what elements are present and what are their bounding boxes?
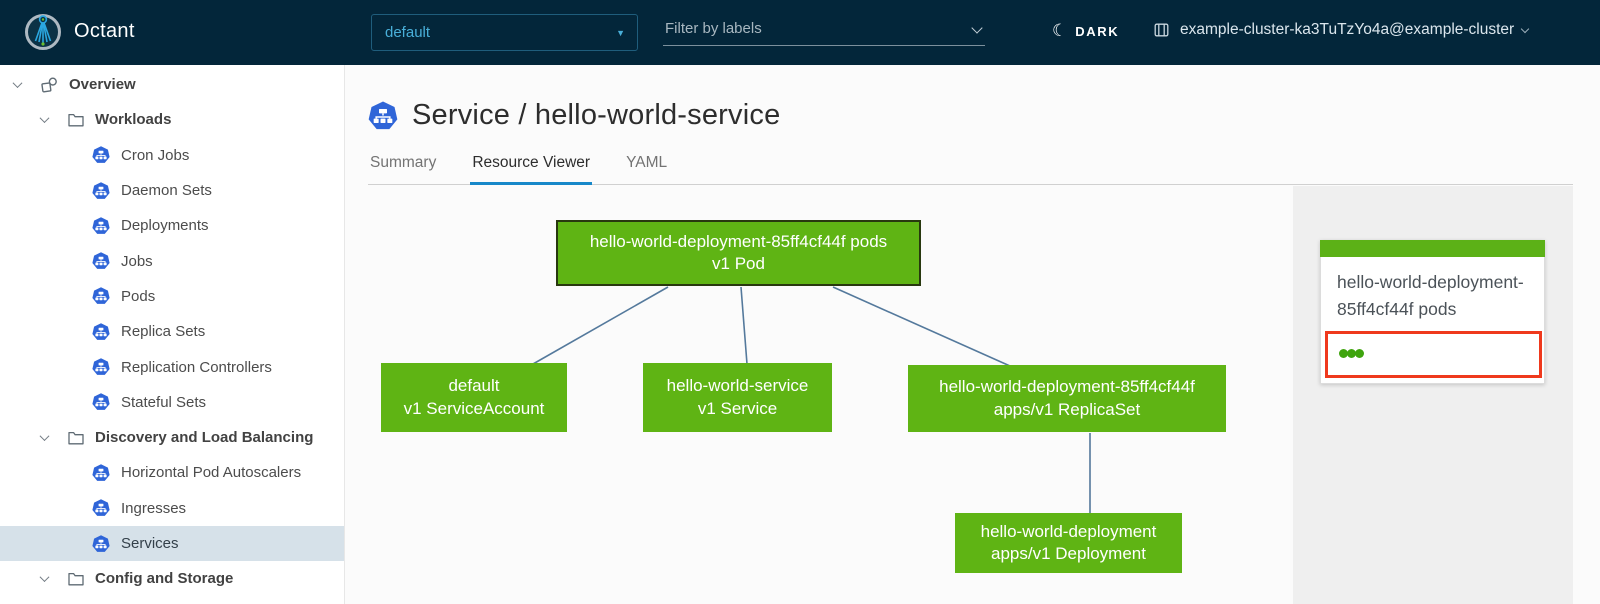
pods-icon bbox=[92, 287, 110, 305]
sidebar-item-label: Overview bbox=[69, 76, 136, 94]
sidebar-item-stateful-sets[interactable]: Stateful Sets bbox=[0, 385, 344, 420]
sidebar-item-replication-controllers[interactable]: Replication Controllers bbox=[0, 349, 344, 384]
tab-resource-viewer[interactable]: Resource Viewer bbox=[470, 152, 593, 185]
sidebar-item-label: Discovery and Load Balancing bbox=[95, 429, 314, 447]
sidebar-item-daemon-sets[interactable]: Daemon Sets bbox=[0, 173, 344, 208]
sidebar-item-workloads[interactable]: Workloads bbox=[0, 102, 344, 137]
sidebar-item-cron-jobs[interactable]: Cron Jobs bbox=[0, 138, 344, 173]
graph-node-label: apps/v1 ReplicaSet bbox=[993, 399, 1141, 419]
label-filter bbox=[663, 16, 985, 48]
label-filter-input[interactable] bbox=[663, 16, 985, 46]
sidebar-item-replica-sets[interactable]: Replica Sets bbox=[0, 314, 344, 349]
cluster-context-label: example-cluster-ka3TuTzYo4a@example-clus… bbox=[1180, 21, 1515, 38]
overview-icon bbox=[41, 77, 58, 93]
graph-node-label: hello-world-deployment-85ff4cf44f pods bbox=[589, 231, 888, 251]
jobs-icon bbox=[92, 252, 110, 270]
app-title: Octant bbox=[74, 20, 135, 42]
graph-node-label: v1 ServiceAccount bbox=[403, 398, 545, 418]
sidebar-item-jobs[interactable]: Jobs bbox=[0, 243, 344, 278]
sidebar-item-services[interactable]: Services bbox=[0, 525, 344, 562]
pod-status-dots bbox=[1339, 345, 1364, 363]
replica-sets-icon bbox=[92, 323, 110, 341]
sidebar-item-label: Daemon Sets bbox=[121, 182, 212, 200]
moon-icon: ☾ bbox=[1052, 21, 1068, 40]
cluster-context[interactable]: example-cluster-ka3TuTzYo4a@example-clus… bbox=[1152, 21, 1530, 39]
graph-node-label: hello-world-service bbox=[666, 376, 809, 395]
theme-toggle[interactable]: ☾ DARK bbox=[1052, 21, 1119, 41]
card-status-bar bbox=[1320, 240, 1545, 257]
dropdown-arrow-icon: ▼ bbox=[616, 27, 625, 38]
expand-chevron-icon[interactable] bbox=[37, 572, 51, 583]
sidebar-item-pods[interactable]: Pods bbox=[0, 279, 344, 314]
graph-node-pod[interactable]: hello-world-deployment-85ff4cf44f pods v1… bbox=[556, 220, 921, 286]
tab-yaml[interactable]: YAML bbox=[624, 152, 669, 185]
service-icon bbox=[368, 101, 398, 131]
namespace-selector[interactable]: default ▼ bbox=[371, 14, 638, 51]
resource-card[interactable]: hello-world-deployment-85ff4cf44f pods bbox=[1320, 240, 1545, 384]
sidebar-item-label: Jobs bbox=[121, 252, 153, 270]
sidebar-item-config-and-storage[interactable]: Config and Storage bbox=[0, 561, 344, 596]
tab-bar: Summary Resource Viewer YAML bbox=[368, 152, 669, 185]
cluster-icon bbox=[1154, 23, 1169, 37]
sidebar-item-horizontal-pod-autoscalers[interactable]: Horizontal Pod Autoscalers bbox=[0, 455, 344, 490]
card-body: hello-world-deployment-85ff4cf44f pods bbox=[1320, 257, 1545, 384]
expand-chevron-icon[interactable] bbox=[10, 78, 24, 89]
expand-chevron-icon[interactable] bbox=[37, 113, 51, 124]
expand-chevron-icon[interactable] bbox=[37, 431, 51, 442]
graph-node-replicaset[interactable]: hello-world-deployment-85ff4cf44f apps/v1… bbox=[908, 365, 1226, 432]
octant-logo-icon[interactable] bbox=[22, 11, 64, 58]
graph-node-label: v1 Pod bbox=[712, 254, 765, 273]
graph-node-service[interactable]: hello-world-service v1 Service bbox=[643, 363, 832, 432]
graph-node-label: hello-world-deployment bbox=[980, 521, 1157, 541]
cron-jobs-icon bbox=[92, 146, 110, 164]
context-chevron-icon bbox=[1520, 24, 1530, 33]
tab-summary[interactable]: Summary bbox=[368, 152, 438, 185]
sidebar-item-label: Replica Sets bbox=[121, 323, 206, 341]
replication-controllers-icon bbox=[92, 358, 110, 376]
app-header: Octant default ▼ ☾ DARK example-cluster-… bbox=[0, 0, 1600, 65]
ingresses-icon bbox=[92, 499, 110, 517]
card-title: hello-world-deployment-85ff4cf44f pods bbox=[1337, 272, 1524, 319]
folder-icon bbox=[68, 572, 84, 586]
sidebar-item-deployments[interactable]: Deployments bbox=[0, 208, 344, 243]
sidebar-item-label: Ingresses bbox=[121, 499, 187, 517]
theme-toggle-label: DARK bbox=[1075, 23, 1120, 39]
stateful-sets-icon bbox=[92, 393, 110, 411]
sidebar-item-label: Cron Jobs bbox=[121, 146, 190, 164]
page-title: Service / hello-world-service bbox=[412, 99, 781, 131]
pod-status-selection-box[interactable] bbox=[1325, 331, 1542, 378]
folder-icon bbox=[68, 113, 84, 127]
graph-node-label: default bbox=[448, 376, 500, 395]
sidebar-item-label: Workloads bbox=[95, 111, 172, 129]
sidebar-item-label: Pods bbox=[121, 287, 156, 305]
sidebar-item-ingresses[interactable]: Ingresses bbox=[0, 491, 344, 526]
sidebar-item-label: Config and Storage bbox=[95, 570, 234, 588]
graph-node-deployment[interactable]: hello-world-deployment apps/v1 Deployment bbox=[955, 513, 1182, 573]
folder-icon bbox=[68, 431, 84, 445]
graph-node-label: hello-world-deployment-85ff4cf44f bbox=[939, 377, 1195, 396]
sidebar-item-label: Stateful Sets bbox=[121, 393, 207, 411]
pod-ok-dot-icon bbox=[1355, 349, 1364, 358]
sidebar-item-label: Deployments bbox=[121, 217, 209, 235]
sidebar-item-overview[interactable]: Overview bbox=[0, 67, 344, 102]
sidebar-item-label: Services bbox=[121, 535, 179, 552]
graph-node-serviceaccount[interactable]: default v1 ServiceAccount bbox=[381, 363, 567, 432]
deployments-icon bbox=[92, 217, 110, 235]
detail-panel: hello-world-deployment-85ff4cf44f pods bbox=[1293, 186, 1573, 604]
daemon-sets-icon bbox=[92, 181, 110, 200]
namespace-value: default bbox=[385, 24, 431, 41]
horizontal-pod-autoscalers-icon bbox=[92, 464, 110, 482]
page-title-row: Service / hello-world-service bbox=[368, 99, 780, 132]
graph-node-label: apps/v1 Deployment bbox=[991, 544, 1146, 563]
graph-node-label: v1 Service bbox=[697, 398, 778, 418]
sidebar-nav: Overview Workloads Cron Jobs Daemon Sets… bbox=[0, 65, 345, 604]
sidebar-item-discovery-and-load-balancing[interactable]: Discovery and Load Balancing bbox=[0, 420, 344, 455]
sidebar-item-label: Replication Controllers bbox=[121, 358, 272, 376]
sidebar-item-label: Horizontal Pod Autoscalers bbox=[121, 464, 302, 482]
services-icon bbox=[92, 534, 110, 553]
